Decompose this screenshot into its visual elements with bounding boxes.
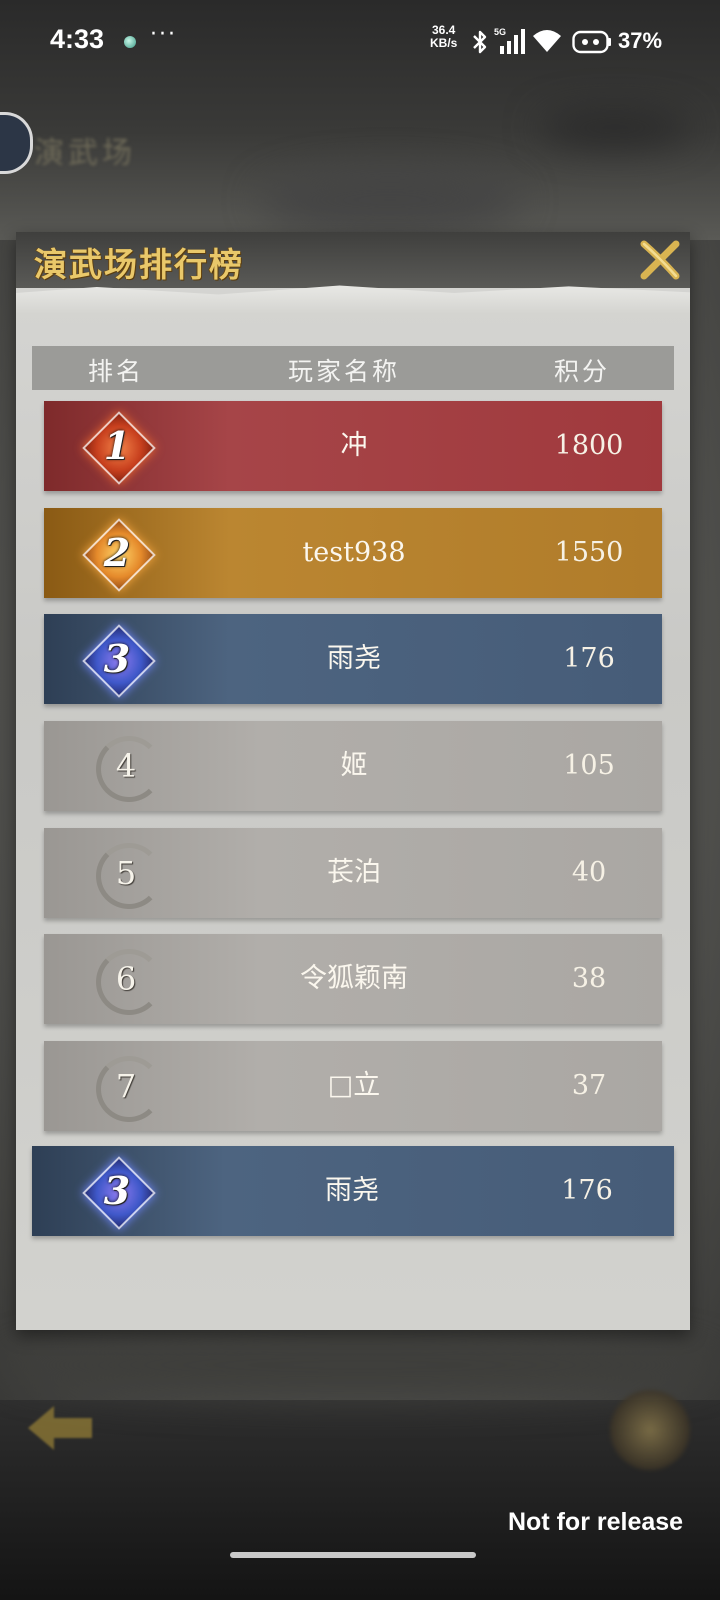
rank-ring-icon: 6 <box>96 949 162 1015</box>
rank-number: 4 <box>115 747 137 785</box>
status-bar: 4:33 ··· 36.4 KB/s 5G 37% <box>0 0 720 84</box>
battery-level: 37% <box>618 28 663 53</box>
leaderboard-row[interactable]: 3 雨尧 176 <box>44 614 662 704</box>
column-rank: 排名 <box>88 357 145 386</box>
leaderboard-row[interactable]: 2 test938 1550 <box>44 508 662 598</box>
watermark-text: Not for release <box>508 1508 684 1536</box>
rank-ring-icon: 5 <box>96 843 162 909</box>
column-score: 积分 <box>554 357 611 386</box>
player-score: 40 <box>571 857 607 888</box>
battery-saver-icon <box>572 30 611 54</box>
player-name: 苌泊 <box>327 857 381 888</box>
rank-cell: 2 <box>44 508 194 598</box>
player-name: test938 <box>302 537 406 568</box>
home-indicator[interactable] <box>230 1552 476 1558</box>
wifi-icon <box>533 30 561 52</box>
player-name: □立 <box>327 1070 381 1101</box>
panel-header: 演武场排行榜 <box>16 232 690 288</box>
network-speed: 36.4 KB/s <box>430 24 457 50</box>
rank-number: 5 <box>115 854 137 892</box>
leaderboard-row[interactable]: 4 姬 105 <box>44 721 662 811</box>
back-arrow-icon[interactable] <box>24 1400 96 1456</box>
player-score: 176 <box>563 643 615 674</box>
rank-cell: 1 <box>44 401 194 491</box>
rank-cell: 7 <box>44 1041 194 1131</box>
player-score: 38 <box>571 963 607 994</box>
leaderboard-row[interactable]: 6 令狐颖南 38 <box>44 934 662 1024</box>
app-notification-icon <box>124 36 136 48</box>
network-speed-unit: KB/s <box>430 36 458 50</box>
more-notifications-icon: ··· <box>150 22 177 47</box>
rank-medal-icon: 3 <box>82 1156 156 1230</box>
rank-ring-icon: 7 <box>96 1056 162 1122</box>
player-score: 105 <box>563 750 615 781</box>
player-name: 雨尧 <box>327 643 381 674</box>
character-portrait[interactable] <box>610 1390 690 1470</box>
rank-cell: 4 <box>44 721 194 811</box>
leaderboard-row[interactable]: 7 □立 37 <box>44 1041 662 1131</box>
signal-5g-icon: 5G <box>494 27 525 54</box>
network-type-label: 5G <box>494 27 506 37</box>
rank-number: 1 <box>103 423 131 468</box>
player-name: 冲 <box>340 430 368 461</box>
leaderboard-row[interactable]: 1 冲 1800 <box>44 401 662 491</box>
player-name: 姬 <box>340 750 368 781</box>
player-score: 37 <box>571 1070 607 1101</box>
rank-cell: 3 <box>32 1146 182 1236</box>
rank-medal-icon: 2 <box>82 518 156 592</box>
player-score: 176 <box>561 1175 613 1206</box>
rank-cell: 5 <box>44 828 194 918</box>
player-name: 令狐颖南 <box>300 963 408 994</box>
status-time: 4:33 <box>50 24 105 54</box>
brush-stroke-decoration <box>16 285 690 314</box>
my-rank-row[interactable]: 3 雨尧 176 <box>32 1146 674 1236</box>
rank-number: 7 <box>115 1067 137 1105</box>
player-name: 雨尧 <box>325 1175 379 1206</box>
rank-medal-icon: 3 <box>82 624 156 698</box>
background-page-title: 演武场 <box>34 136 136 171</box>
rank-number: 6 <box>115 960 137 998</box>
rank-number: 2 <box>103 530 131 575</box>
rank-number: 3 <box>103 636 131 681</box>
network-speed-value: 36.4 <box>431 23 456 37</box>
rank-ring-icon: 4 <box>96 736 162 802</box>
close-icon[interactable] <box>636 236 684 284</box>
rank-cell: 6 <box>44 934 194 1024</box>
rank-number: 3 <box>103 1168 131 1213</box>
leaderboard-row[interactable]: 5 苌泊 40 <box>44 828 662 918</box>
bluetooth-icon <box>473 30 487 54</box>
leaderboard-column-header: 排名 玩家名称 积分 <box>32 346 674 390</box>
player-score: 1550 <box>554 537 624 568</box>
panel-title: 演武场排行榜 <box>34 245 244 284</box>
column-player-name: 玩家名称 <box>288 357 401 386</box>
rank-cell: 3 <box>44 614 194 704</box>
player-score: 1800 <box>554 430 624 461</box>
rank-medal-icon: 1 <box>82 411 156 485</box>
